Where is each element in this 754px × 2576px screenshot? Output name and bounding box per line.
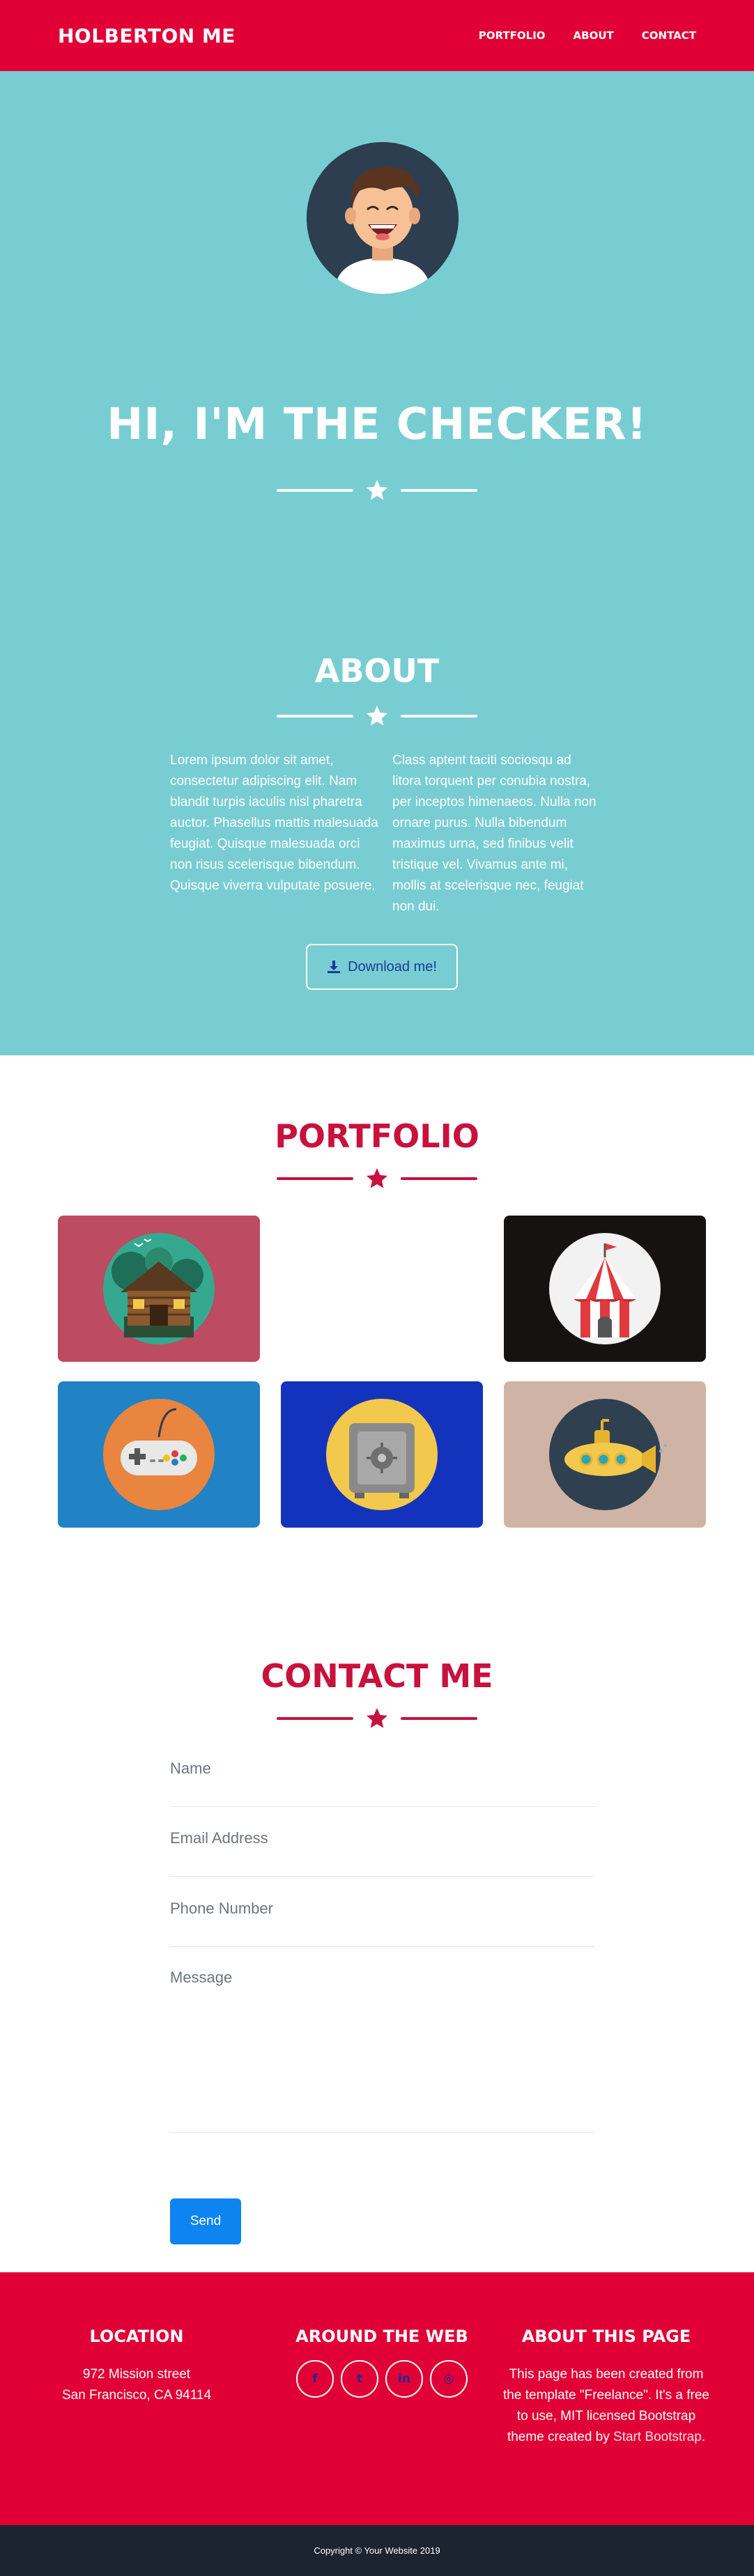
- location-heading: LOCATION: [89, 2327, 184, 2346]
- portfolio-divider: [0, 1165, 754, 1193]
- nav-link-about[interactable]: ABOUT: [574, 29, 614, 42]
- start-bootstrap-link[interactable]: Start Bootstrap: [613, 2430, 702, 2444]
- message-input[interactable]: [170, 1969, 595, 2122]
- web-heading: AROUND THE WEB: [295, 2327, 468, 2346]
- footer-social: AROUND THE WEB f t in ◎: [277, 2327, 486, 2398]
- dribbble-icon[interactable]: ◎: [430, 2360, 468, 2398]
- masthead: HI, I'M THE CHECKER!: [0, 71, 754, 503]
- about-page-end: .: [701, 2430, 706, 2444]
- name-input[interactable]: [170, 1760, 595, 1778]
- divider-line-left: [277, 715, 353, 717]
- divider-line-right: [401, 489, 477, 492]
- send-button[interactable]: Send: [170, 2198, 241, 2244]
- footer: LOCATION 972 Mission street San Francisc…: [0, 2272, 754, 2525]
- divider-line-left: [277, 489, 353, 492]
- linkedin-icon[interactable]: in: [385, 2360, 423, 2398]
- about-text-right: Class aptent taciti sociosqu ad litora t…: [392, 753, 597, 914]
- about-text-left: Lorem ipsum dolor sit amet, consectetur …: [170, 753, 378, 893]
- contact-heading: CONTACT ME: [261, 1657, 493, 1695]
- star-icon: [367, 480, 387, 500]
- location-line-1: 972 Mission street: [82, 2367, 191, 2382]
- portfolio-item-safe[interactable]: [281, 1381, 483, 1528]
- circus-tent-icon: [504, 1216, 706, 1362]
- name-field: [170, 1760, 595, 1807]
- divider-line-left: [277, 1717, 353, 1720]
- star-icon: [367, 706, 387, 726]
- divider-line-right: [401, 1177, 477, 1180]
- about-divider: [0, 702, 754, 730]
- cabin-icon: [58, 1216, 260, 1362]
- download-button[interactable]: Download me!: [306, 944, 458, 990]
- about-section: ABOUT Lorem ipsum dolor sit amet, consec…: [0, 503, 754, 1055]
- contact-section: CONTACT ME Send: [0, 1574, 754, 2272]
- avatar-icon: [307, 142, 459, 294]
- divider-line-left: [277, 1177, 353, 1180]
- about-page-heading: ABOUT THIS PAGE: [521, 2327, 691, 2346]
- portfolio-item-game[interactable]: [58, 1381, 260, 1528]
- email-field: [170, 1829, 595, 1877]
- portfolio-item-cabin[interactable]: [58, 1216, 260, 1362]
- footer-location: LOCATION 972 Mission street San Francisc…: [32, 2327, 241, 2406]
- portfolio-heading: PORTFOLIO: [275, 1117, 479, 1155]
- email-input[interactable]: [170, 1829, 595, 1847]
- copyright: Copyright © Your Website 2019: [0, 2525, 754, 2576]
- portfolio-item-circus[interactable]: [504, 1216, 706, 1362]
- nav-links: PORTFOLIO ABOUT CONTACT: [479, 29, 696, 42]
- game-controller-icon: [58, 1381, 260, 1528]
- masthead-heading: HI, I'M THE CHECKER!: [107, 398, 647, 449]
- phone-input[interactable]: [170, 1900, 595, 1918]
- divider-line-right: [401, 1717, 477, 1720]
- download-label: Download me!: [348, 959, 437, 975]
- submarine-icon: [504, 1381, 706, 1528]
- social-links: f t in ◎: [277, 2360, 486, 2398]
- divider-line-right: [401, 715, 477, 717]
- phone-field: [170, 1900, 595, 1947]
- nav-link-portfolio[interactable]: PORTFOLIO: [479, 29, 546, 42]
- about-heading: ABOUT: [314, 652, 440, 690]
- navbar: HOLBERTON ME PORTFOLIO ABOUT CONTACT: [0, 0, 754, 71]
- nav-link-contact[interactable]: CONTACT: [642, 29, 696, 42]
- masthead-divider: [0, 476, 754, 504]
- brand-link[interactable]: HOLBERTON ME: [58, 24, 236, 47]
- download-icon: [328, 961, 341, 973]
- about-page-text: This page has been created from the temp…: [501, 2364, 711, 2448]
- message-field: [170, 1969, 595, 2133]
- star-icon: [367, 1168, 387, 1188]
- safe-icon: [281, 1381, 483, 1528]
- twitter-icon[interactable]: t: [341, 2360, 378, 2398]
- facebook-icon[interactable]: f: [296, 2360, 334, 2398]
- location-line-2: San Francisco, CA 94114: [61, 2388, 212, 2403]
- portfolio-item-submarine[interactable]: [504, 1381, 706, 1528]
- portfolio-section: PORTFOLIO: [0, 1055, 754, 1574]
- footer-about: ABOUT THIS PAGE This page has been creat…: [501, 2327, 711, 2448]
- star-icon: [367, 1708, 387, 1728]
- contact-divider: [0, 1705, 754, 1732]
